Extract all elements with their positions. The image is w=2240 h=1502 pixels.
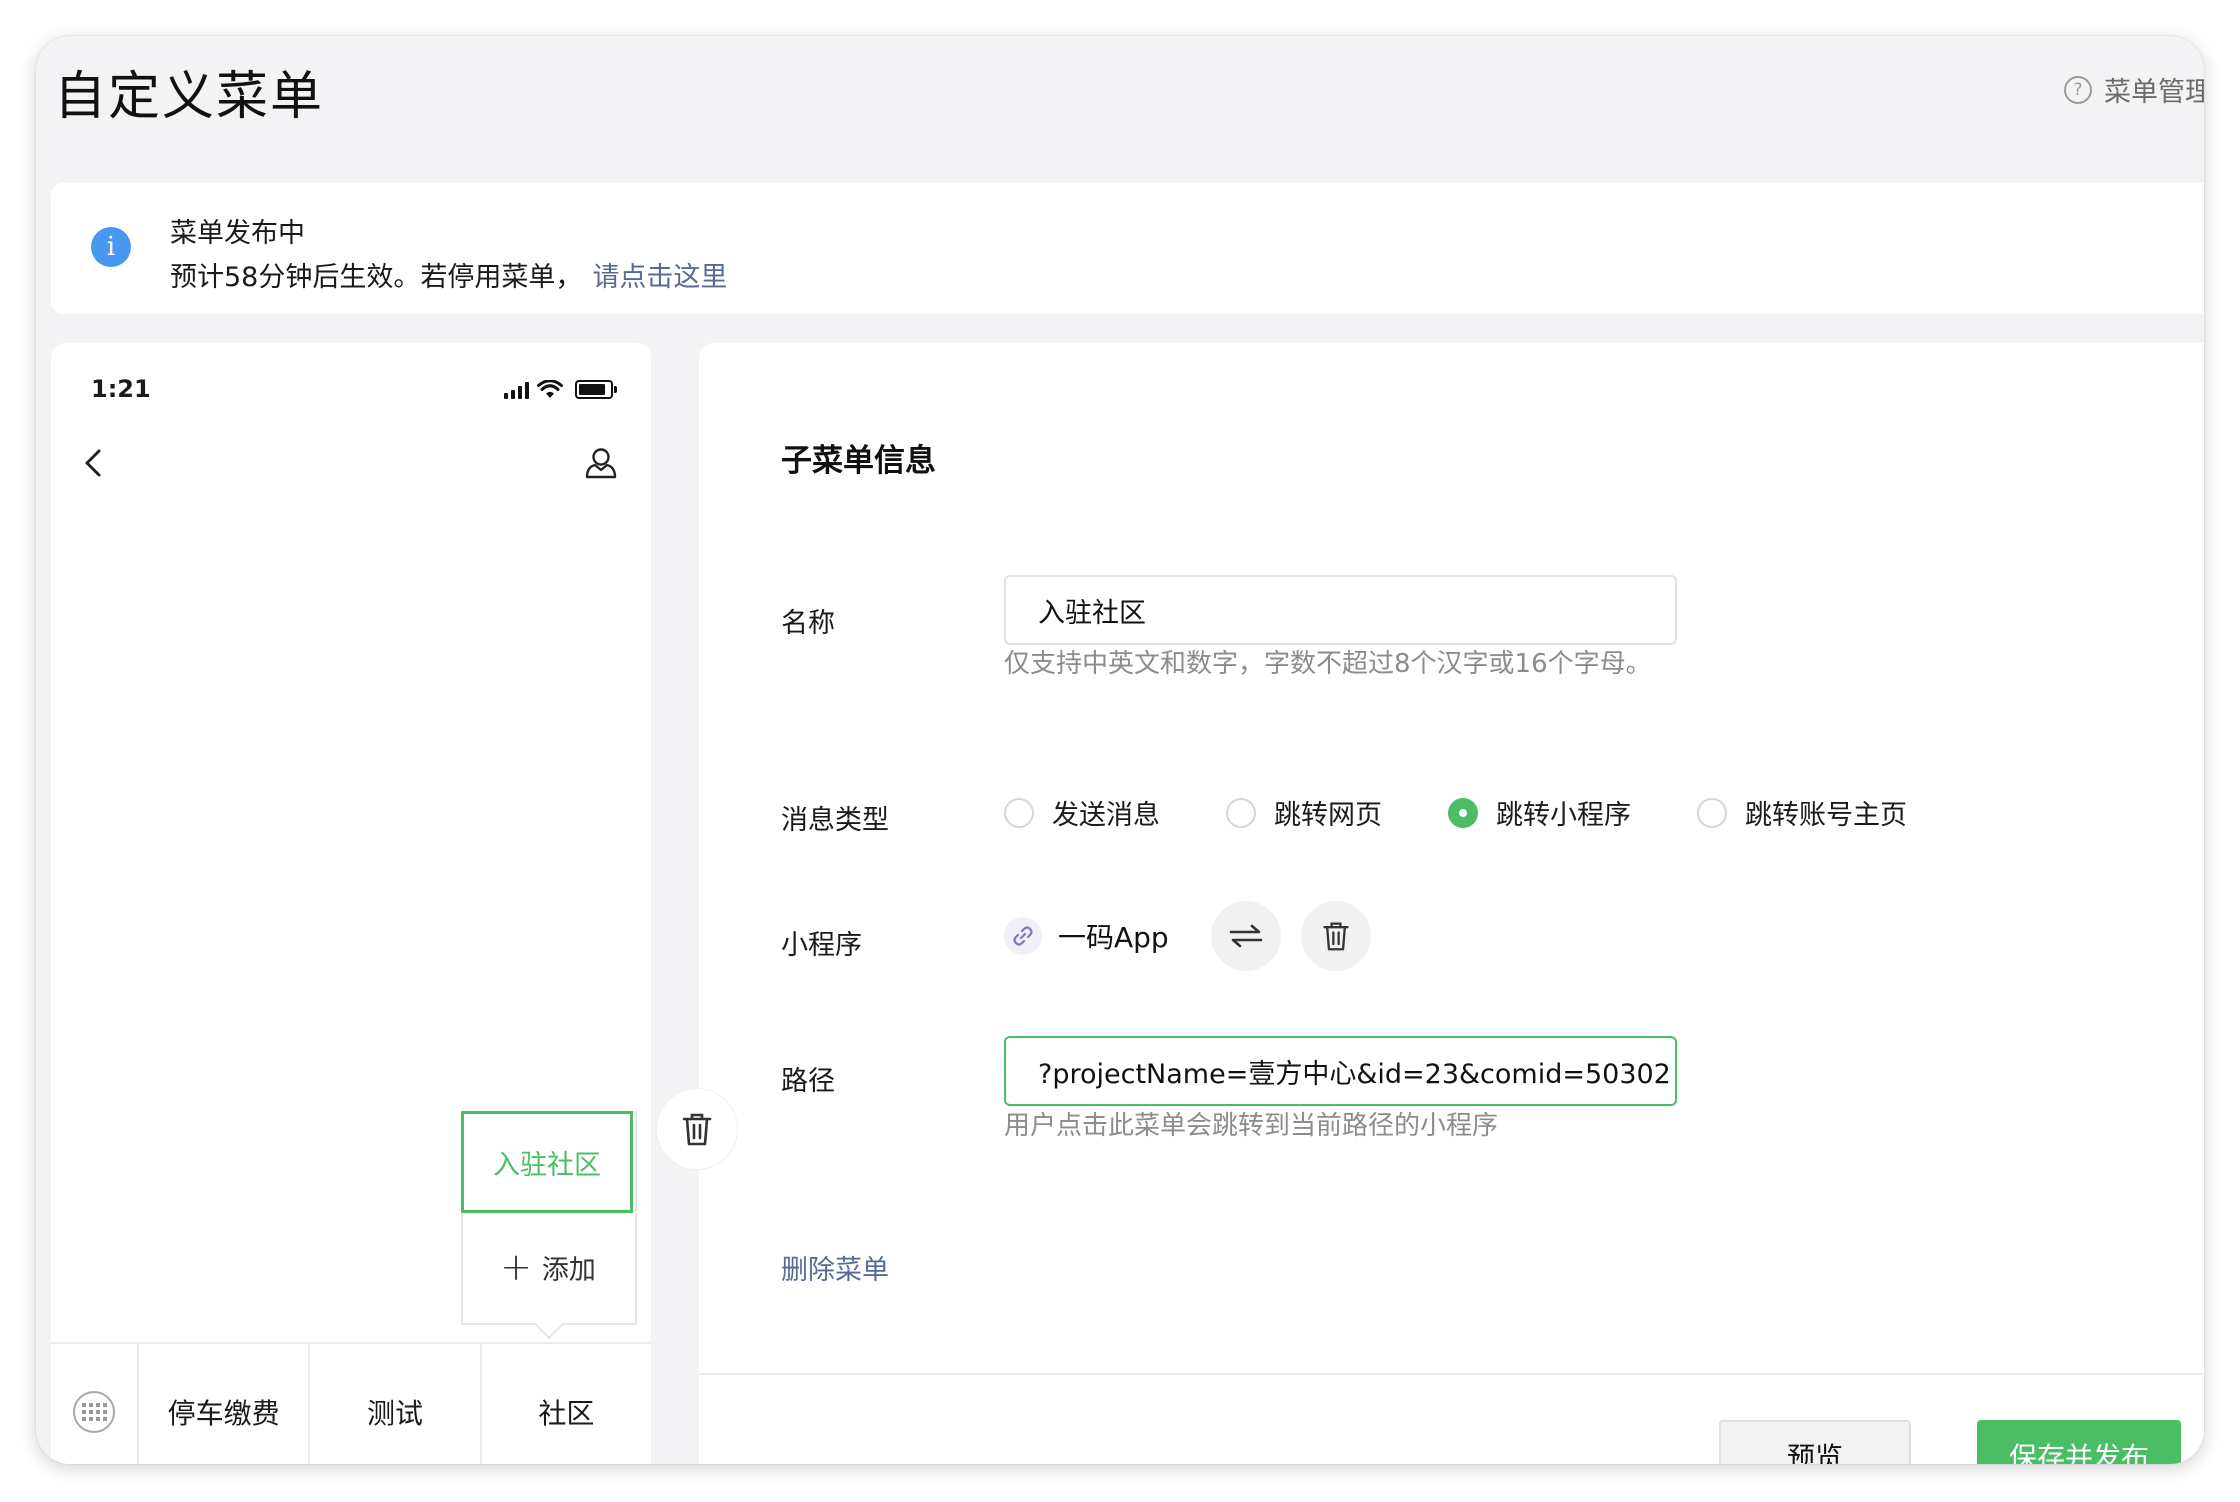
- submenu-panel: 子菜单信息 名称 入驻社区 仅支持中英文和数字，字数不超过8个汉字或16个字母。…: [699, 343, 2204, 1464]
- phone-preview: 1:21 入驻社区 + 添加 停车缴费 测试 社区: [51, 343, 651, 1464]
- question-icon: ?: [2064, 75, 2092, 104]
- status-icons: [504, 379, 617, 399]
- type-label: 消息类型: [781, 805, 889, 836]
- path-input-value: ?projectName=壹方中心&id=23&comid=50302: [1038, 1058, 1671, 1090]
- radio-open-account-home[interactable]: 跳转账号主页: [1697, 793, 1907, 832]
- name-label: 名称: [781, 608, 835, 639]
- status-time: 1:21: [91, 375, 151, 403]
- radio-open-miniprogram[interactable]: 跳转小程序: [1448, 793, 1631, 832]
- radio-circle-checked: [1448, 797, 1478, 828]
- trash-icon: [1323, 922, 1349, 951]
- add-submenu-label: 添加: [541, 1254, 596, 1286]
- miniprogram-name: 一码App: [1058, 921, 1169, 954]
- delete-menu-link[interactable]: 删除菜单: [781, 1248, 889, 1287]
- name-hint: 仅支持中英文和数字，字数不超过8个汉字或16个字母。: [1004, 649, 1652, 679]
- path-input[interactable]: ?projectName=壹方中心&id=23&comid=50302: [1004, 1036, 1677, 1106]
- radio-open-webpage[interactable]: 跳转网页: [1226, 793, 1382, 832]
- path-hint: 用户点击此菜单会跳转到当前路径的小程序: [1004, 1111, 1499, 1141]
- plus-icon: +: [500, 1245, 532, 1289]
- keyboard-toggle[interactable]: [51, 1344, 139, 1464]
- add-submenu-button[interactable]: + 添加: [463, 1213, 633, 1321]
- swap-icon: [1229, 924, 1263, 948]
- notice-desc-text: 预计58分钟后生效。若停用菜单，: [170, 262, 583, 293]
- disable-menu-link[interactable]: 请点击这里: [592, 262, 727, 293]
- miniprogram-label: 小程序: [781, 930, 862, 961]
- radio-circle: [1226, 797, 1256, 828]
- phone-menu-bar: 停车缴费 测试 社区: [51, 1342, 651, 1464]
- miniprogram-selection: 一码App: [1004, 901, 1371, 971]
- submenu-popup: 入驻社区 + 添加: [461, 1111, 637, 1340]
- app-window: 自定义菜单 ? 菜单管理 i 菜单发布中 预计58分钟后生效。若停用菜单， 请点击…: [36, 36, 2204, 1464]
- info-icon: i: [91, 227, 131, 267]
- help-link[interactable]: ? 菜单管理: [2064, 70, 2204, 109]
- delete-submenu-button[interactable]: [657, 1089, 737, 1169]
- radio-send-message[interactable]: 发送消息: [1004, 793, 1160, 832]
- user-profile-icon[interactable]: [581, 443, 621, 483]
- radio-label: 跳转网页: [1274, 800, 1382, 831]
- help-label: 菜单管理: [2104, 77, 2204, 108]
- radio-label: 跳转小程序: [1496, 800, 1631, 831]
- name-input[interactable]: 入驻社区: [1004, 575, 1677, 645]
- switch-miniprogram-button[interactable]: [1210, 901, 1281, 971]
- menu-item-community[interactable]: 社区: [482, 1344, 651, 1464]
- section-title: 子菜单信息: [781, 443, 936, 479]
- notice-title: 菜单发布中: [170, 218, 305, 249]
- back-chevron-icon[interactable]: [73, 443, 113, 483]
- radio-label: 发送消息: [1052, 800, 1160, 831]
- path-label: 路径: [781, 1066, 835, 1097]
- page-title: 自定义菜单: [54, 67, 325, 127]
- type-radio-group: 发送消息 跳转网页 跳转小程序 跳转账号主页: [1004, 793, 1973, 832]
- battery-icon: [575, 380, 617, 399]
- publish-notice: i 菜单发布中 预计58分钟后生效。若停用菜单， 请点击这里: [51, 183, 2204, 314]
- radio-circle: [1004, 797, 1034, 828]
- radio-circle: [1697, 797, 1727, 828]
- trash-icon: [682, 1113, 712, 1146]
- menu-item-parking[interactable]: 停车缴费: [139, 1344, 311, 1464]
- panel-footer: 预览 保存并发布: [699, 1373, 2204, 1464]
- submenu-item-active[interactable]: 入驻社区: [461, 1111, 633, 1213]
- link-icon: [1004, 917, 1042, 955]
- remove-miniprogram-button[interactable]: [1300, 901, 1371, 971]
- wifi-icon: [537, 380, 563, 398]
- preview-button[interactable]: 预览: [1719, 1420, 1911, 1464]
- save-publish-button[interactable]: 保存并发布: [1977, 1420, 2181, 1464]
- signal-icon: [504, 381, 529, 399]
- keyboard-icon: [73, 1391, 115, 1433]
- radio-label: 跳转账号主页: [1745, 800, 1907, 831]
- notice-desc: 预计58分钟后生效。若停用菜单， 请点击这里: [170, 255, 727, 294]
- menu-item-test[interactable]: 测试: [310, 1344, 482, 1464]
